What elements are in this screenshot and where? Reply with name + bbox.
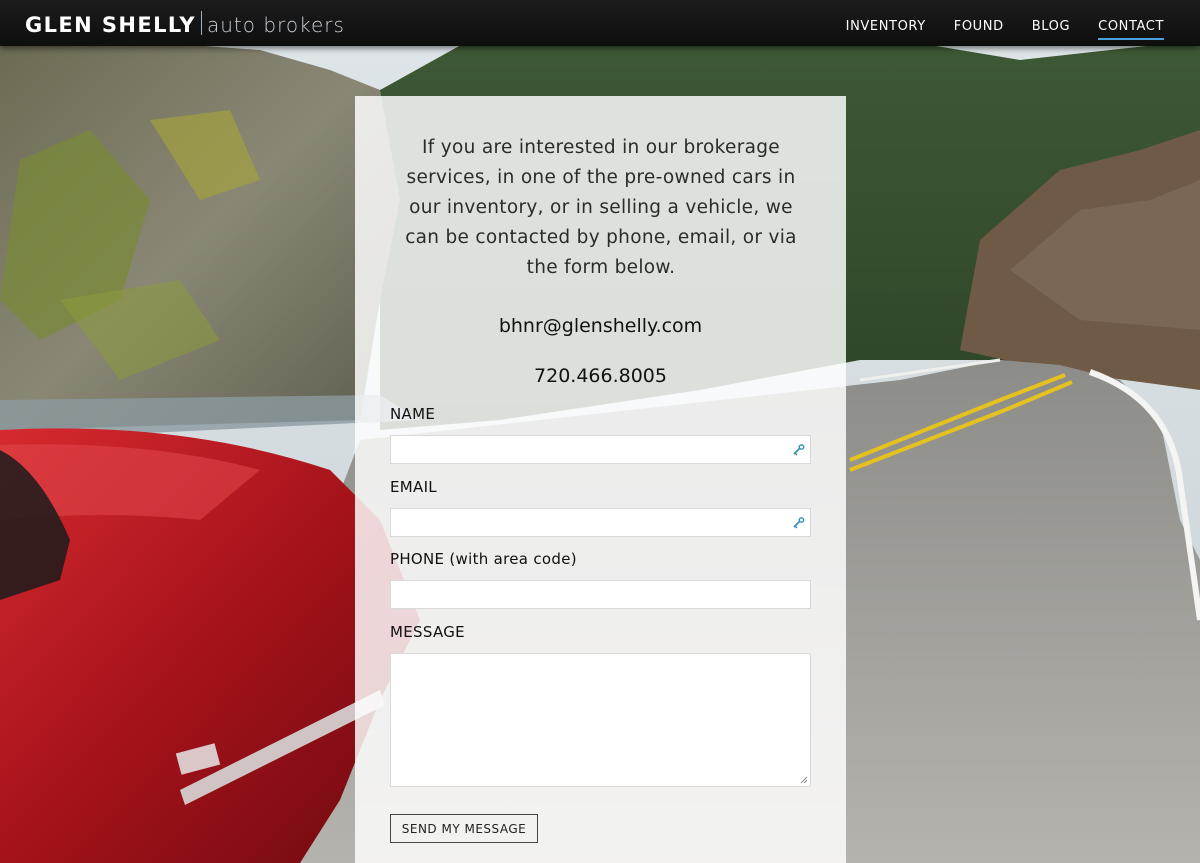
nav-blog[interactable]: BLOG bbox=[1032, 19, 1070, 40]
message-label: MESSAGE bbox=[390, 623, 465, 641]
autofill-key-icon[interactable] bbox=[792, 516, 806, 530]
main-nav: INVENTORY FOUND BLOG CONTACT bbox=[846, 19, 1164, 40]
phone-input[interactable] bbox=[391, 581, 810, 608]
contact-email[interactable]: bhnr@glenshelly.com bbox=[355, 315, 846, 337]
logo-divider bbox=[201, 11, 202, 35]
contact-panel: If you are interested in our brokerage s… bbox=[355, 96, 846, 863]
email-field-wrapper bbox=[390, 508, 811, 537]
email-label: EMAIL bbox=[390, 478, 437, 496]
message-textarea[interactable] bbox=[391, 654, 810, 786]
phone-field-wrapper bbox=[390, 580, 811, 609]
autofill-key-icon[interactable] bbox=[792, 443, 806, 457]
contact-phone[interactable]: 720.466.8005 bbox=[355, 365, 846, 387]
phone-label: PHONE (with area code) bbox=[390, 550, 577, 568]
logo-tagline: auto brokers bbox=[207, 13, 345, 37]
site-logo[interactable]: GLEN SHELLY auto brokers bbox=[25, 8, 345, 37]
name-input[interactable] bbox=[391, 436, 810, 463]
email-input[interactable] bbox=[391, 509, 810, 536]
nav-found[interactable]: FOUND bbox=[954, 19, 1004, 40]
send-message-button[interactable]: SEND MY MESSAGE bbox=[390, 814, 538, 843]
name-field-wrapper bbox=[390, 435, 811, 464]
logo-name: GLEN SHELLY bbox=[25, 13, 196, 37]
message-field-wrapper bbox=[390, 653, 811, 787]
nav-contact[interactable]: CONTACT bbox=[1098, 19, 1164, 40]
site-header: GLEN SHELLY auto brokers INVENTORY FOUND… bbox=[0, 0, 1200, 46]
name-label: NAME bbox=[390, 405, 436, 423]
intro-text: If you are interested in our brokerage s… bbox=[405, 137, 797, 278]
nav-inventory[interactable]: INVENTORY bbox=[846, 19, 926, 40]
resize-grip-icon[interactable] bbox=[800, 776, 808, 784]
